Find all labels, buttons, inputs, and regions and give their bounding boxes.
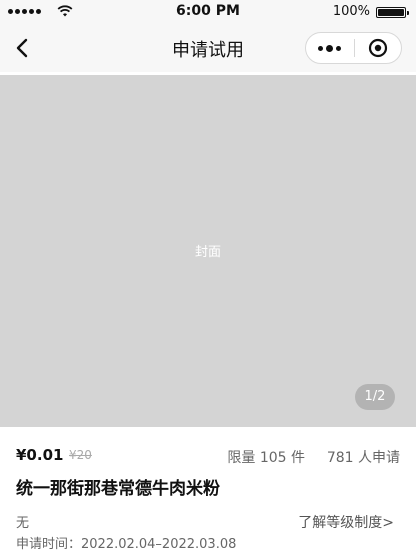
quota-count: 限量 105 件 <box>227 450 305 466</box>
mini-program-capsule <box>305 32 402 64</box>
original-price: ¥20 <box>69 448 92 462</box>
trial-price: ¥0.01 <box>16 446 64 464</box>
back-button[interactable] <box>10 36 34 60</box>
product-name: 统一那街那巷常德牛肉米粉 <box>16 479 220 499</box>
applicant-count: 781 人申请 <box>326 450 400 466</box>
cover-label: 封面 <box>194 245 221 260</box>
more-button[interactable] <box>306 33 354 63</box>
level-system-link[interactable]: 了解等级制度> <box>298 512 394 532</box>
target-circle-icon <box>368 38 387 58</box>
battery-icon <box>376 7 409 18</box>
more-dots-icon <box>318 45 324 51</box>
price-row: ¥0.01 ¥20 限量 105 件 781 人申请 <box>16 446 400 466</box>
battery-fill <box>378 9 404 16</box>
level-requirement: 无 <box>16 516 30 531</box>
chevron-left-icon <box>16 38 28 58</box>
image-page-indicator: 1/2 <box>355 384 395 410</box>
product-info: ¥0.01 ¥20 限量 105 件 781 人申请 统一那街那巷常德牛肉米粉 … <box>0 427 416 559</box>
cover-image[interactable]: 封面 1/2 <box>0 75 416 427</box>
nav-bar: 申请试用 <box>0 24 416 72</box>
status-bar: 6:00 PM 100% <box>0 0 416 24</box>
close-mini-program-button[interactable] <box>354 33 401 63</box>
battery-percent: 100% <box>332 4 370 19</box>
application-period: 申请时间：2022.02.04–2022.03.08 <box>16 537 237 552</box>
